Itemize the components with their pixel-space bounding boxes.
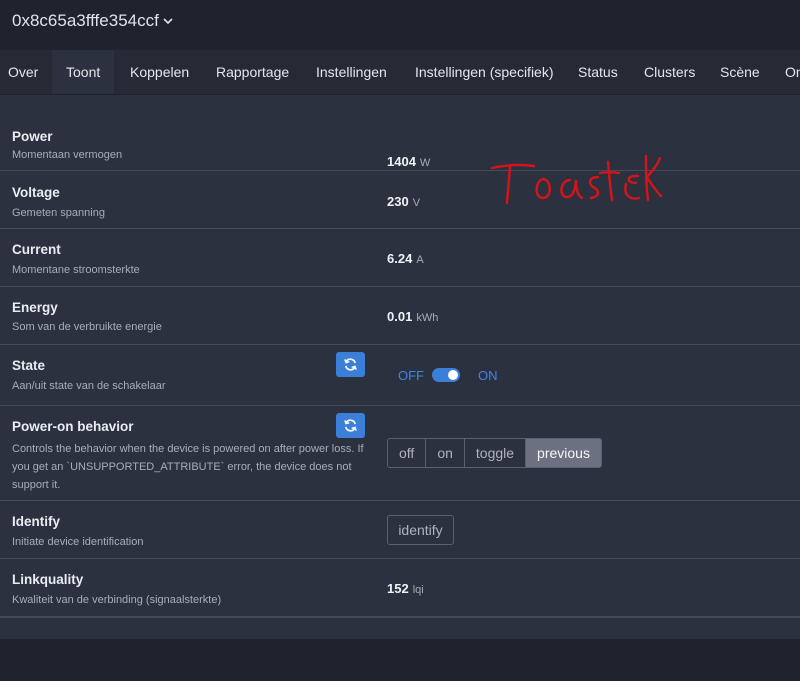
state-on-label: ON: [478, 368, 498, 383]
identify-desc: Initiate device identification: [12, 536, 144, 548]
exposes-panel: Power Momentaan vermogen 1404 W Voltage G…: [0, 95, 800, 639]
energy-desc: Som van de verbruikte energie: [12, 321, 162, 333]
current-unit: A: [416, 254, 424, 266]
state-off-label: OFF: [398, 368, 424, 383]
voltage-desc: Gemeten spanning: [12, 207, 105, 219]
current-label: Current: [12, 242, 61, 257]
tab-clusters[interactable]: Clusters: [644, 50, 695, 94]
tab-bar: Over Toont Koppelen Rapportage Instellin…: [0, 50, 800, 94]
tab-instellingen[interactable]: Instellingen: [316, 50, 387, 94]
tab-status[interactable]: Status: [578, 50, 618, 94]
power-value: 1404 W: [387, 154, 431, 169]
energy-unit: kWh: [416, 312, 439, 324]
tab-instellingen-specifiek[interactable]: Instellingen (specifiek): [415, 50, 554, 94]
top-bar: 0x8c65a3fffe354ccf: [0, 0, 800, 50]
row-linkquality: Linkquality Kwaliteit van de verbinding …: [0, 559, 800, 617]
row-current: Current Momentane stroomsterkte 6.24 A: [0, 229, 800, 287]
voltage-label: Voltage: [12, 185, 60, 200]
refresh-icon: [344, 358, 357, 371]
tab-scene[interactable]: Scène: [720, 50, 760, 94]
refresh-icon: [344, 419, 357, 432]
linkquality-label: Linkquality: [12, 572, 84, 587]
state-desc: Aan/uit state van de schakelaar: [12, 380, 166, 392]
power-on-desc: Controls the behavior when the device is…: [12, 443, 364, 491]
current-value: 6.24 A: [387, 251, 424, 266]
row-voltage: Voltage Gemeten spanning 230 V: [0, 171, 800, 229]
row-power: Power Momentaan vermogen 1404 W: [0, 113, 800, 171]
power-label: Power: [12, 129, 53, 144]
voltage-unit: V: [412, 197, 421, 209]
chevron-down-icon[interactable]: [163, 17, 173, 25]
linkquality-desc: Kwaliteit van de verbinding (signaalster…: [12, 594, 222, 606]
energy-value: 0.01 kWh: [387, 309, 439, 324]
power-on-label: Power-on behavior: [12, 419, 134, 434]
handwritten-annotation: [490, 154, 663, 205]
state-switch[interactable]: [432, 368, 460, 382]
option-off[interactable]: off: [388, 439, 427, 467]
switch-knob: [448, 370, 458, 380]
row-energy: Energy Som van de verbruikte energie 0.0…: [0, 287, 800, 345]
tab-over[interactable]: Over: [0, 50, 46, 94]
tab-koppelen[interactable]: Koppelen: [130, 50, 189, 94]
option-toggle[interactable]: toggle: [465, 439, 527, 467]
option-on[interactable]: on: [426, 439, 465, 467]
footer: [0, 639, 800, 681]
linkquality-value: 152 lqi: [387, 581, 424, 596]
tab-on[interactable]: On: [785, 50, 800, 94]
device-name[interactable]: 0x8c65a3fffe354ccf: [12, 11, 159, 31]
current-desc: Momentane stroomsterkte: [12, 264, 140, 276]
power-on-refresh-button[interactable]: [336, 413, 365, 438]
power-desc: Momentaan vermogen: [12, 149, 123, 161]
energy-label: Energy: [12, 300, 58, 315]
identify-label: Identify: [12, 514, 61, 529]
state-label: State: [12, 358, 46, 373]
linkquality-unit: lqi: [412, 584, 424, 596]
tab-rapportage[interactable]: Rapportage: [216, 50, 289, 94]
power-on-behavior-selector: off on toggle previous: [387, 438, 602, 468]
voltage-value: 230 V: [387, 194, 421, 209]
tab-toont[interactable]: Toont: [52, 50, 115, 94]
divider: [0, 617, 800, 618]
state-refresh-button[interactable]: [336, 352, 365, 377]
option-previous[interactable]: previous: [526, 439, 601, 467]
power-unit: W: [419, 157, 431, 169]
identify-button[interactable]: identify: [387, 515, 454, 545]
